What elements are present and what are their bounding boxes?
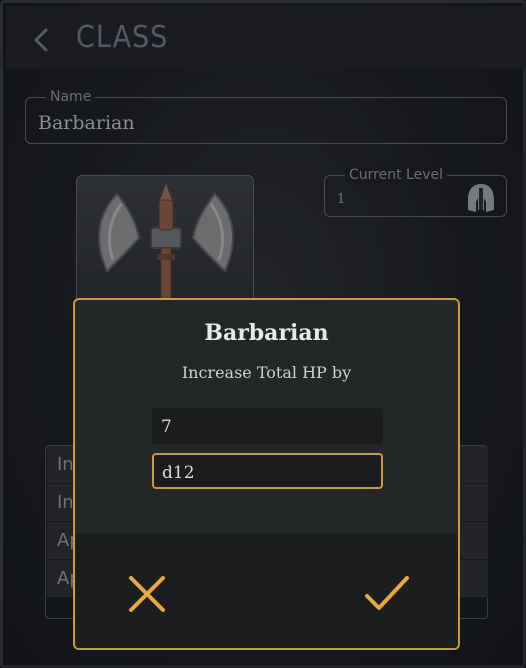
hp-amount-input[interactable]: 7 xyxy=(152,408,383,444)
confirm-button[interactable] xyxy=(363,572,411,616)
hit-die-input[interactable]: d12 xyxy=(152,453,383,489)
increase-hp-dialog: Barbarian Increase Total HP by 7 d12 xyxy=(73,298,460,650)
close-icon xyxy=(129,576,165,612)
app-screen: CLASS Name Barbarian Current Level 1 In … xyxy=(0,0,526,668)
cancel-button[interactable] xyxy=(125,572,169,616)
dialog-subtitle: Increase Total HP by xyxy=(181,363,352,382)
checkmark-icon xyxy=(365,576,409,610)
dialog-footer xyxy=(75,534,458,648)
dialog-title: Barbarian xyxy=(204,320,329,346)
